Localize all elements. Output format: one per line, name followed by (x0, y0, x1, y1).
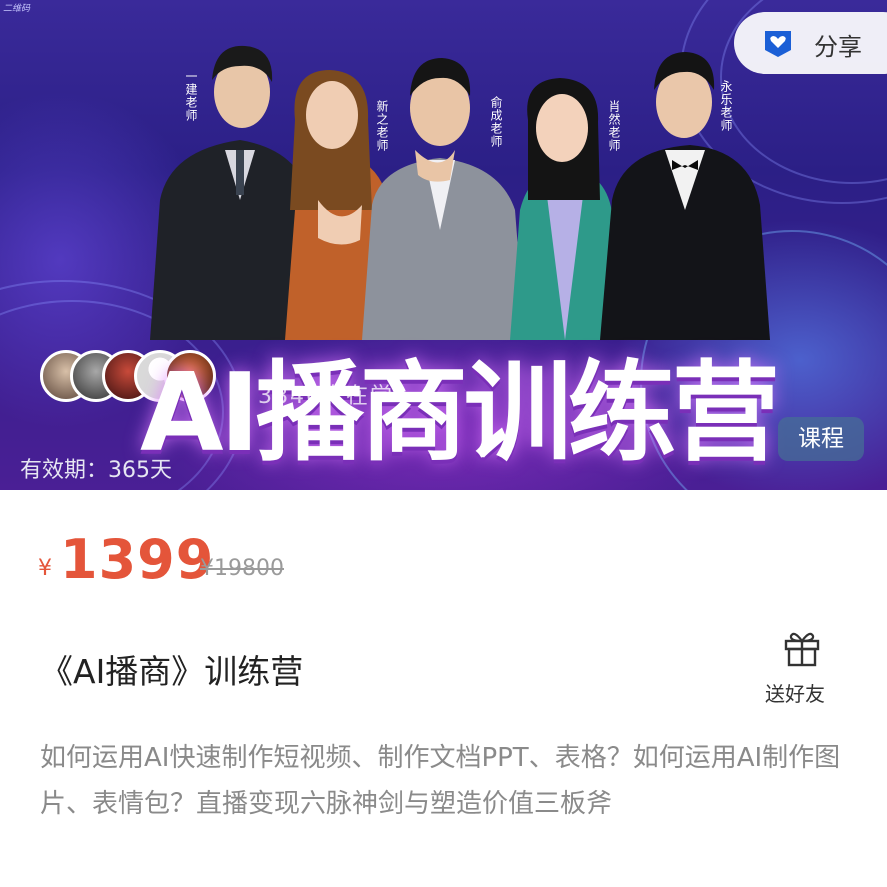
course-type-badge: 课程 (778, 417, 864, 461)
product-description: 如何运用AI快速制作短视频、制作文档PPT、表格？如何运用AI制作图片、表情包？… (40, 743, 841, 819)
product-title: 《AI播商》训练营 (40, 652, 304, 691)
validity-period: 有效期：365天 (20, 458, 172, 483)
banner-headline: AI播商训练营 (140, 351, 780, 476)
course-banner[interactable]: 二维码 一建老师 新之老师 俞成老师 肖然老师 永乐老师 AI播商训练营 384… (0, 0, 887, 490)
gift-icon (784, 632, 820, 667)
share-button[interactable]: 分享 (734, 12, 887, 74)
send-to-friend-button[interactable]: 送好友 (762, 626, 842, 706)
teacher-name-label: 肖然老师 (607, 100, 621, 152)
presenter-figure (600, 52, 770, 340)
teacher-name-label: 新之老师 (375, 100, 389, 152)
current-price: 1399 (60, 528, 215, 591)
teacher-name-label: 永乐老师 (719, 80, 733, 132)
share-heart-icon (765, 31, 791, 57)
original-price: ¥19800 (200, 556, 284, 581)
share-label: 分享 (814, 33, 862, 61)
gift-label: 送好友 (765, 682, 825, 706)
teacher-name-label: 俞成老师 (489, 96, 503, 148)
learner-count: 3840人在学 (258, 384, 394, 409)
teacher-name-label: 一建老师 (184, 70, 198, 122)
currency-symbol: ¥ (38, 556, 52, 581)
